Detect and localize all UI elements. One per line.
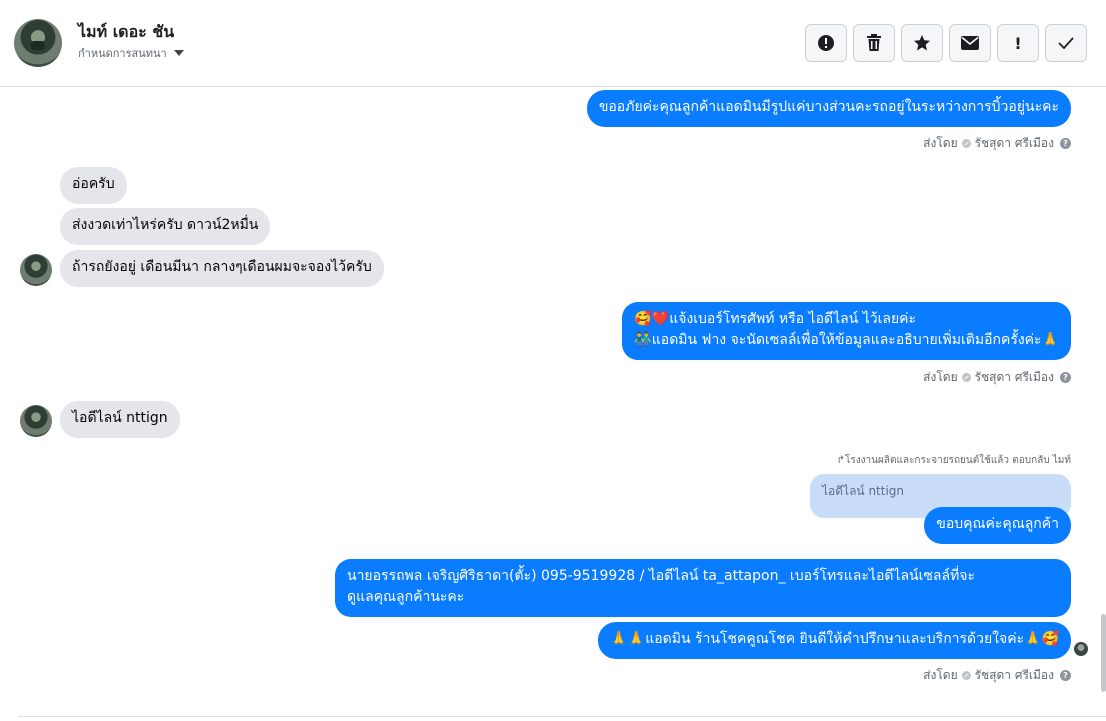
contact-name[interactable]: ไมท์ เดอะ ชัน	[78, 20, 174, 45]
message-outgoing[interactable]: 🙏🙏แอดมิน ร้านโชคคูณโชค ยินดีให้คำปรึกษาแ…	[598, 622, 1071, 659]
sender-status-icon	[961, 373, 971, 382]
read-receipt-avatar	[1074, 642, 1088, 656]
check-icon	[1058, 37, 1074, 49]
envelope-icon	[961, 36, 979, 50]
sender-name[interactable]: รัชสุดา ศรีเมือง	[975, 368, 1054, 387]
sender-name[interactable]: รัชสุดา ศรีเมือง	[975, 134, 1054, 153]
message-text-line: ดูแลคุณลูกค้านะคะ	[347, 589, 465, 605]
message-incoming[interactable]: ส่งงวดเท่าไหร่ครับ ดาวน์2หมื่น	[60, 208, 271, 245]
sent-by-info: ส่งโดย รัชสุดา ศรีเมือง ?	[923, 666, 1071, 685]
help-icon[interactable]: ?	[1060, 670, 1071, 681]
sent-by-prefix: ส่งโดย	[923, 136, 958, 150]
message-thread[interactable]: ขออภัยค่ะคุณลูกค้าแอดมินมีรูปแค่บางส่วนค…	[0, 88, 1106, 720]
message-text: ไอดีไลน์ nttign	[72, 410, 168, 426]
important-button[interactable]: !	[997, 24, 1039, 62]
message-incoming[interactable]: อ่อครับ	[60, 167, 127, 204]
message-text: 🙏🙏แอดมิน ร้านโชคคูณโชค ยินดีให้คำปรึกษาแ…	[610, 631, 1059, 647]
delete-button[interactable]	[853, 24, 895, 62]
sender-status-icon	[961, 139, 971, 148]
header-actions: !	[805, 24, 1087, 62]
star-button[interactable]	[901, 24, 943, 62]
message-incoming[interactable]: ถ้ารถยังอยู่ เดือนมีนา กลางๆเดือนผมจะจอง…	[60, 250, 384, 287]
conversation-schedule-label: กำหนดการสนทนา	[78, 47, 167, 60]
conversation-header: ไมท์ เดอะ ชัน กำหนดการสนทนา !	[0, 0, 1106, 87]
message-text-line: นายอรรถพล เจริญศิริธาดา(ตั้ะ) 095-951992…	[347, 568, 976, 584]
help-icon[interactable]: ?	[1060, 138, 1071, 149]
sent-by-info: ส่งโดย รัชสุดา ศรีเมือง ?	[923, 368, 1071, 387]
message-text: ถ้ารถยังอยู่ เดือนมีนา กลางๆเดือนผมจะจอง…	[72, 259, 372, 275]
help-icon[interactable]: ?	[1060, 372, 1071, 383]
contact-avatar-small[interactable]	[20, 405, 52, 437]
sent-by-prefix: ส่งโดย	[923, 370, 958, 384]
message-outgoing[interactable]: นายอรรถพล เจริญศิริธาดา(ตั้ะ) 095-951992…	[335, 559, 1071, 617]
sent-by-info: ส่งโดย รัชสุดา ศรีเมือง ?	[923, 134, 1071, 153]
thread-scrollbar[interactable]	[1101, 614, 1106, 692]
message-text-line: 🥰❤️แจ้งเบอร์โทรศัพท์ หรือ ไอดีไลน์ ไว้เล…	[634, 311, 917, 327]
exclamation-icon: !	[1014, 33, 1022, 53]
message-text-line: 👬แอดมิน ฟาง จะนัดเซลล์เพื่อให้ข้อมูลและอ…	[634, 332, 1059, 348]
message-text: ขอบคุณค่ะคุณลูกค้า	[936, 516, 1059, 532]
message-composer-border	[18, 716, 1106, 721]
trash-icon	[867, 34, 881, 51]
sender-name[interactable]: รัชสุดา ศรีเมือง	[975, 666, 1054, 685]
conversation-schedule-dropdown[interactable]: กำหนดการสนทนา	[78, 44, 184, 62]
message-outgoing[interactable]: ขอบคุณค่ะคุณลูกค้า	[924, 507, 1071, 544]
message-text: อ่อครับ	[72, 176, 115, 192]
message-outgoing[interactable]: ขออภัยค่ะคุณลูกค้าแอดมินมีรูปแค่บางส่วนค…	[586, 90, 1071, 127]
message-incoming[interactable]: ไอดีไลน์ nttign	[60, 401, 180, 438]
caret-down-icon	[173, 50, 184, 56]
quoted-text: ไอดีไลน์ nttign	[822, 484, 905, 498]
star-icon	[914, 35, 930, 51]
message-outgoing[interactable]: 🥰❤️แจ้งเบอร์โทรศัพท์ หรือ ไอดีไลน์ ไว้เล…	[622, 302, 1071, 360]
done-button[interactable]	[1045, 24, 1087, 62]
contact-avatar[interactable]	[14, 19, 62, 67]
message-text: ขออภัยค่ะคุณลูกค้าแอดมินมีรูปแค่บางส่วนค…	[598, 99, 1059, 115]
reply-context-label: ↱โรงงานผลิตและกระจายรถยนต์ใช้แล้ว ตอบกลั…	[836, 455, 1071, 466]
mark-unread-button[interactable]	[949, 24, 991, 62]
contact-avatar-small[interactable]	[20, 254, 52, 286]
message-text: ส่งงวดเท่าไหร่ครับ ดาวน์2หมื่น	[72, 217, 259, 233]
sent-by-prefix: ส่งโดย	[923, 668, 958, 682]
alert-circle-icon	[818, 35, 834, 51]
spam-button[interactable]	[805, 24, 847, 62]
sender-status-icon	[961, 671, 971, 680]
